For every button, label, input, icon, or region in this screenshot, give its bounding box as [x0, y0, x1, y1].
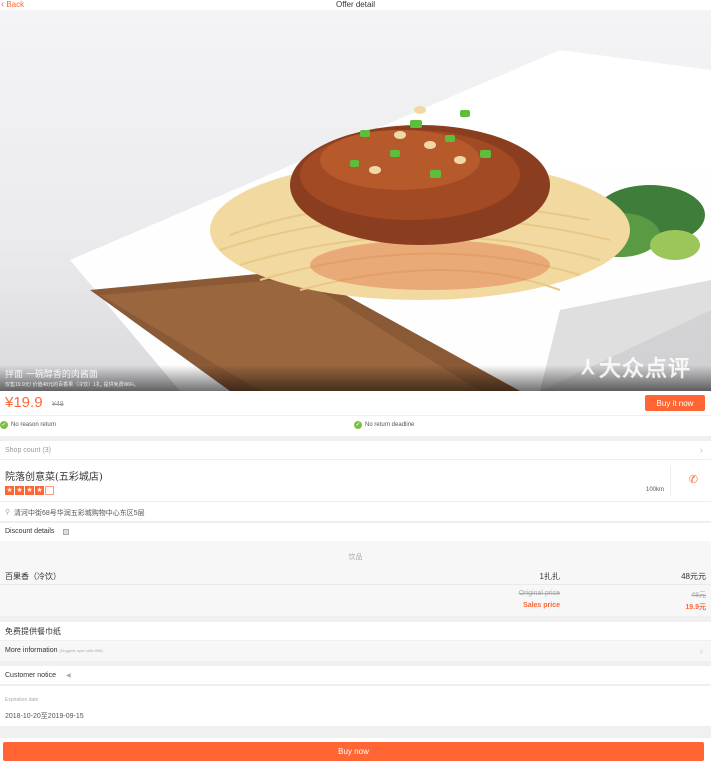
chevron-right-icon: ›: [699, 445, 703, 456]
info-icon: [63, 529, 69, 535]
more-info-sub: (Suggest open with Wifi): [59, 648, 103, 653]
customer-notice-heading: Customer notice: [5, 672, 56, 679]
watermark-logo: ⅄ 大众点评: [582, 351, 691, 383]
location-pin-icon: ⚲: [5, 509, 11, 516]
item-name: 百果香（冷饮）: [5, 572, 61, 581]
more-information-row[interactable]: More information (Suggest open with Wifi)…: [0, 641, 711, 661]
shop-name: 院落创意菜(五彩城店): [5, 472, 103, 483]
hero-image: 拌面 一碗醇香的肉酱面 仅售19.9元! 价值48元的百香果（冷饮）1扎, 提供…: [0, 10, 711, 391]
original-price-label: Original price: [518, 590, 560, 597]
expiration-label: Expiration date: [5, 697, 39, 703]
discount-details-header: Discount details: [0, 523, 711, 541]
watermark-text: 大众点评: [598, 356, 691, 381]
star-filled-icon: ★: [15, 486, 24, 495]
check-icon: ✓: [0, 421, 8, 429]
star-filled-icon: ★: [5, 486, 14, 495]
guarantee-no-reason-return: ✓ No reason return: [0, 421, 56, 429]
customer-notice-header: Customer notice ◀: [0, 666, 711, 685]
hero-subtitle: 仅售19.9元! 价值48元的百香果（冷饮）1扎, 提供免费WiFi。: [5, 382, 139, 388]
shop-count-row[interactable]: Shop count (3) ›: [0, 441, 711, 460]
address-row[interactable]: ⚲ 清河中街68号华润五彩城购物中心东区5层: [0, 502, 711, 522]
shop-card[interactable]: 院落创意菜(五彩城店) ★ ★ ★ ★ 100km ✆: [0, 460, 711, 502]
more-info-text: More information (Suggest open with Wifi): [5, 647, 103, 654]
dianping-logo-icon: ⅄: [581, 356, 595, 379]
check-icon: ✓: [354, 421, 362, 429]
more-info-label: More information: [5, 647, 58, 654]
shop-address: 清河中街68号华润五彩城购物中心东区5层: [14, 510, 145, 517]
star-filled-icon: ★: [25, 486, 34, 495]
table-row: 百果香（冷饮） 1扎扎 48元元: [0, 567, 711, 585]
phone-icon[interactable]: ✆: [689, 473, 698, 486]
item-qty: 1扎扎: [539, 572, 560, 581]
guarantee-no-return-deadline: ✓ No return deadline: [354, 421, 414, 429]
star-rating: ★ ★ ★ ★: [5, 486, 54, 495]
buy-it-now-button[interactable]: Buy it now: [645, 395, 705, 411]
current-price: ¥19.9: [5, 394, 43, 411]
sales-price-value: 19.9元: [685, 604, 706, 611]
guarantee-row: ✓ No reason return ✓ No return deadline: [0, 416, 711, 436]
free-napkin-text: 免费提供餐巾纸: [5, 627, 61, 636]
sales-price-label: Sales price: [523, 602, 560, 609]
price-bar: ¥19.9 ¥48 Buy it now: [0, 391, 711, 416]
chevron-right-icon: ›: [699, 646, 703, 657]
expiration-value: 2018-10-20至2019-09-15: [5, 713, 84, 720]
hero-title: 拌面 一碗醇香的肉酱面: [5, 370, 98, 380]
guarantee-label: No reason return: [11, 422, 57, 428]
item-amount: 48元元: [681, 572, 706, 581]
star-empty-icon: [45, 486, 54, 495]
speaker-icon: ◀: [66, 673, 71, 679]
expiration-section: Expiration date 2018-10-20至2019-09-15: [0, 686, 711, 726]
page-title: Offer detail: [336, 0, 375, 9]
original-price: ¥48: [52, 401, 64, 408]
discount-table: 饮品 百果香（冷饮） 1扎扎 48元元 Original price 48元 S…: [0, 541, 711, 616]
divider: [670, 466, 671, 496]
guarantee-label: No return deadline: [365, 422, 415, 428]
discount-heading: Discount details: [5, 528, 55, 535]
star-filled-icon: ★: [35, 486, 44, 495]
discount-category: 饮品: [348, 554, 363, 561]
shop-distance: 100km: [645, 487, 664, 493]
original-price-value: 48元: [691, 592, 706, 599]
free-napkin-note: 免费提供餐巾纸: [0, 622, 711, 640]
bottom-bar: Buy now: [0, 738, 711, 765]
offer-detail-page: ‹ Back Offer detail 拌面 一碗醇香的肉酱面 仅售19.9元!…: [0, 0, 711, 765]
noodle-dish-illustration: [70, 50, 711, 391]
shop-count-label: Shop count (3): [5, 447, 51, 454]
nav-bar: ‹ Back Offer detail: [0, 0, 711, 10]
buy-now-button[interactable]: Buy now: [3, 742, 704, 761]
